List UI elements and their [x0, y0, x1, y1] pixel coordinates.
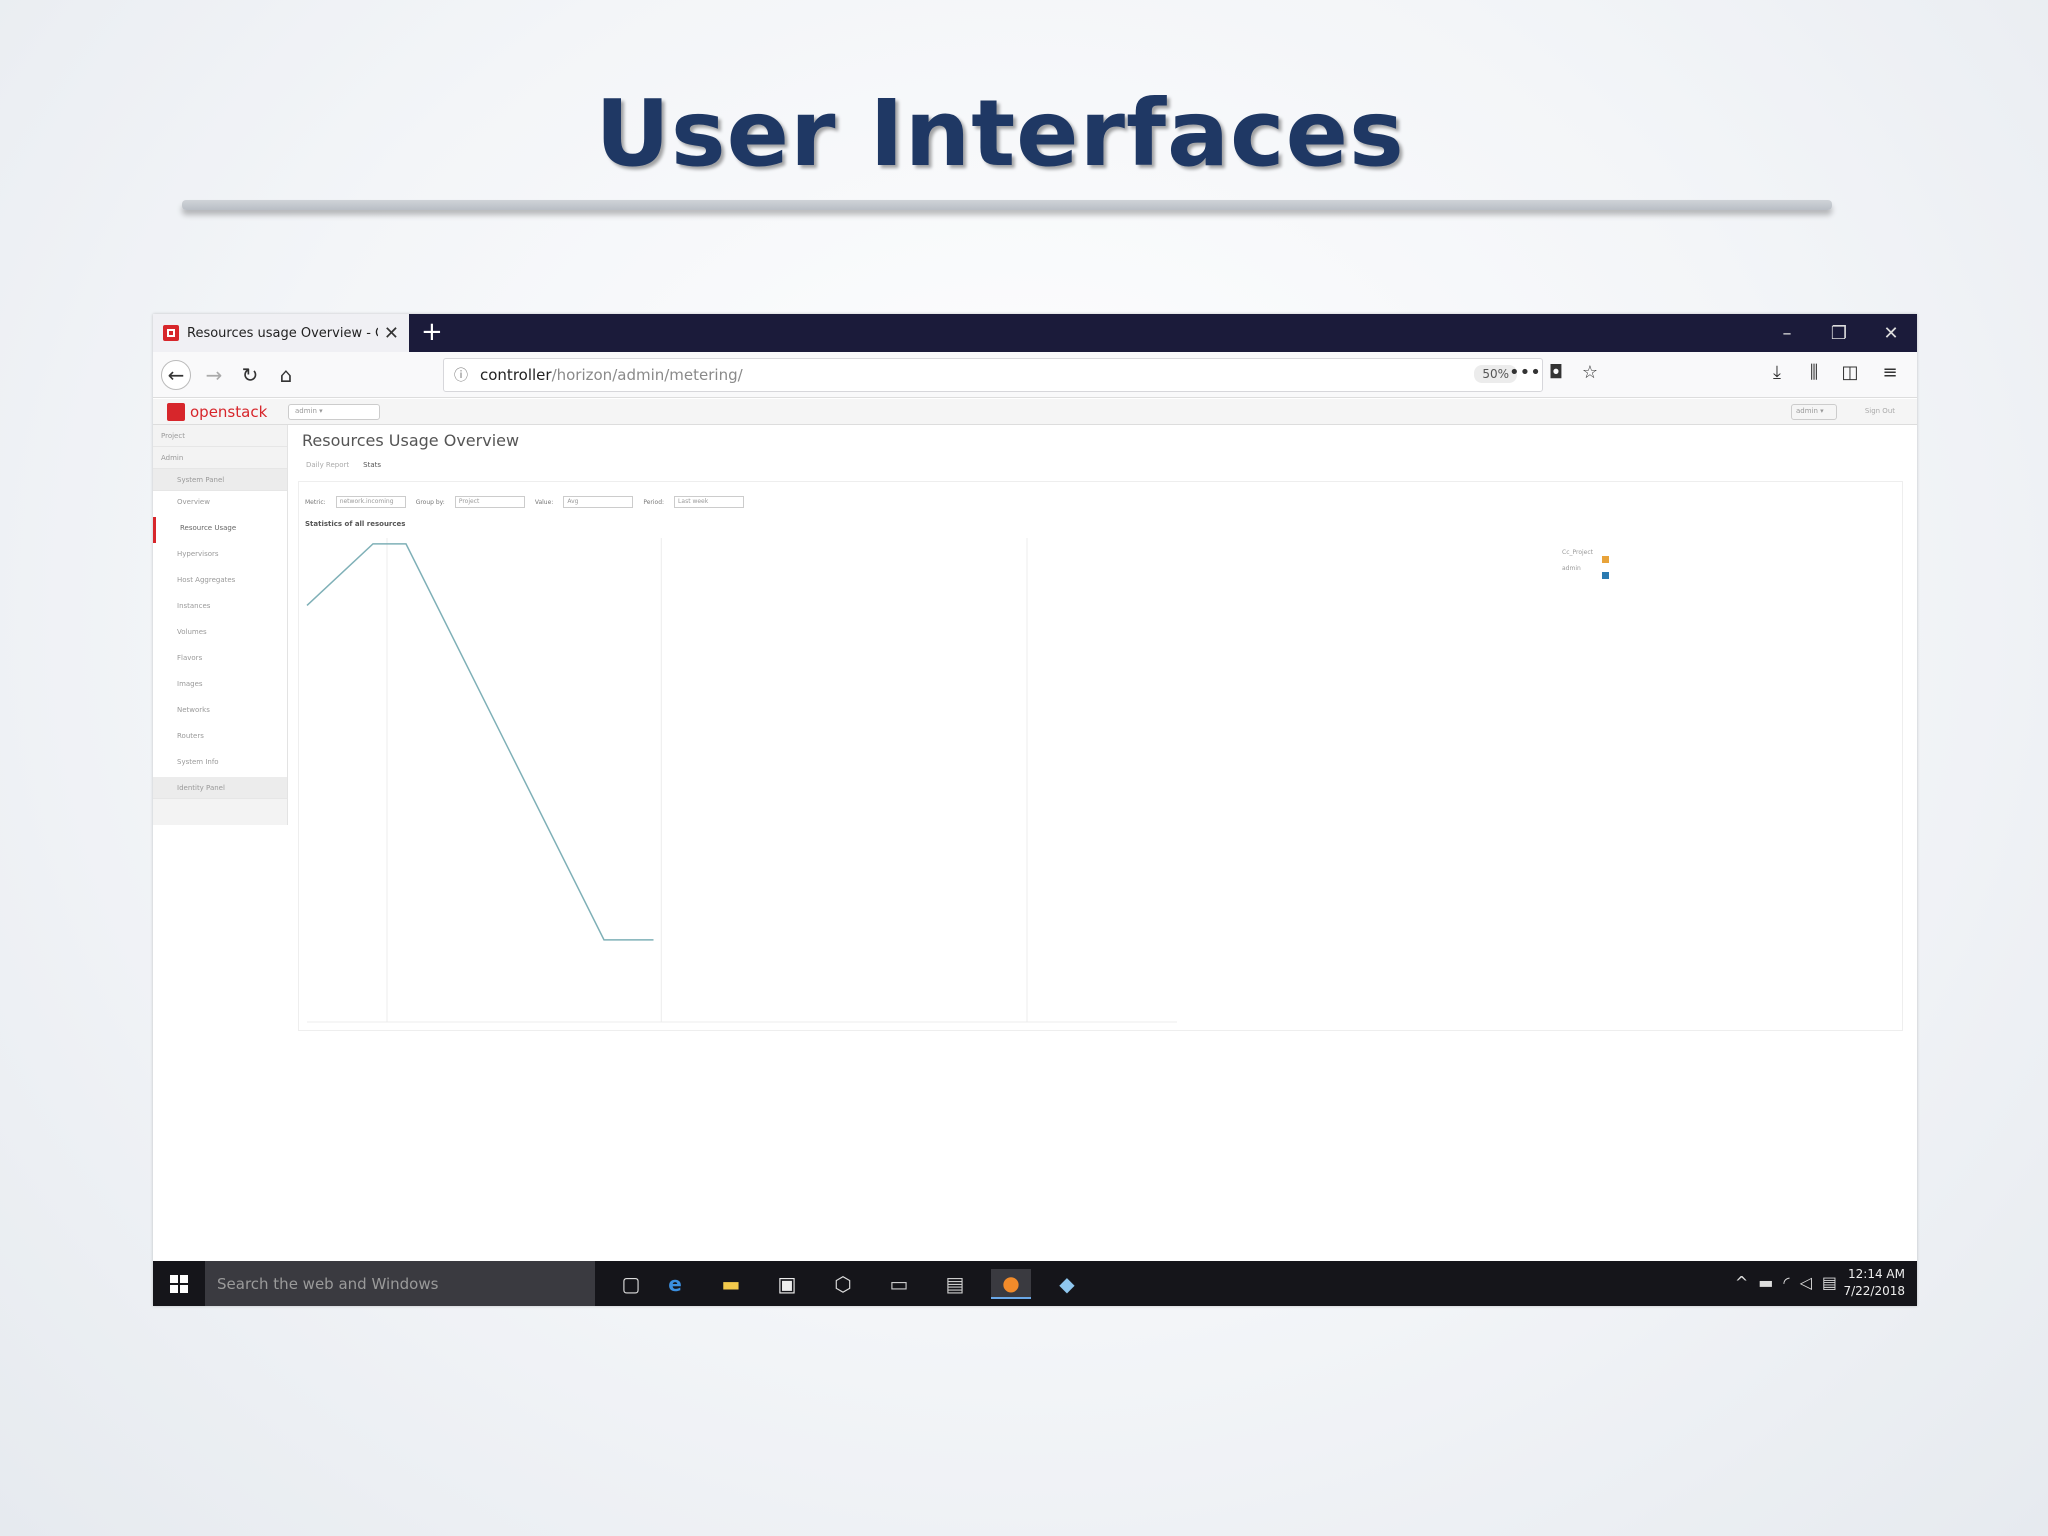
page-title: Resources Usage Overview: [302, 431, 520, 450]
browser-screenshot: Resources usage Overview - Op ✕ + – ❐ ✕ …: [153, 314, 1917, 1306]
usage-chart: Cc_Projectadmin: [306, 538, 1609, 1023]
virtualbox-icon[interactable]: ⬡: [823, 1269, 863, 1299]
sidebar-item-admin[interactable]: Admin: [153, 447, 287, 469]
period-label: Period:: [643, 498, 665, 506]
sidebar-item-system-info[interactable]: System Info: [153, 751, 287, 777]
network-icon[interactable]: ▬: [1758, 1273, 1773, 1292]
firefox-icon[interactable]: ●: [991, 1269, 1031, 1299]
value-select[interactable]: Avg: [563, 496, 634, 508]
tab-close-icon[interactable]: ✕: [384, 323, 399, 344]
edge-browser-icon[interactable]: e: [655, 1269, 695, 1299]
period-select[interactable]: Last week: [674, 496, 745, 508]
home-icon[interactable]: ⌂: [271, 360, 301, 390]
chart-heading: Statistics of all resources: [305, 520, 406, 528]
sidebar-item-volumes[interactable]: Volumes: [153, 621, 287, 647]
legend-label-admin: admin: [1562, 565, 1581, 572]
minimize-button[interactable]: –: [1761, 314, 1813, 352]
sidebar-item-host-aggregates[interactable]: Host Aggregates: [153, 569, 287, 595]
navigation-bar: ← → ↻ ⌂ ⓘ controller/horizon/admin/meter…: [153, 352, 1917, 398]
tab-bar: Resources usage Overview - Op ✕ + – ❐ ✕: [153, 314, 1917, 352]
windows-logo-icon: [170, 1274, 188, 1293]
sidebar-item-resource-usage[interactable]: Resource Usage: [153, 517, 287, 543]
info-icon[interactable]: ⓘ: [454, 365, 468, 385]
app-window-icon[interactable]: ▤: [935, 1269, 975, 1299]
system-tray: ^ ▬ ◜ ◁ ▤: [1735, 1273, 1837, 1292]
legend-swatch-admin: [1602, 572, 1609, 579]
slide-title: User Interfaces: [595, 80, 1405, 187]
clock[interactable]: 12:14 AM 7/22/2018: [1843, 1266, 1905, 1300]
sidebar-item-networks[interactable]: Networks: [153, 699, 287, 725]
sidebar-item-project[interactable]: Project: [153, 425, 287, 447]
pocket-icon[interactable]: ◘: [1543, 362, 1569, 383]
url-path: /horizon/admin/metering/: [551, 366, 743, 384]
forward-arrow-icon[interactable]: →: [199, 360, 229, 390]
windows-taskbar: Search the web and Windows ▢ e ▬ ▣ ⬡ ▭ ▤…: [153, 1261, 1917, 1306]
notification-icon[interactable]: ▤: [1822, 1273, 1837, 1292]
legend-swatch-cc_project: [1602, 556, 1609, 563]
start-button[interactable]: [153, 1261, 205, 1306]
terminal-window-icon[interactable]: ▭: [879, 1269, 919, 1299]
back-arrow-icon[interactable]: ←: [161, 360, 191, 390]
openstack-logo[interactable]: openstack: [167, 403, 267, 421]
sidebar-icon[interactable]: ◫: [1837, 362, 1863, 383]
task-view-icon[interactable]: ▢: [611, 1269, 651, 1299]
url-host: controller: [480, 366, 552, 384]
metric-label: Metric:: [305, 498, 326, 506]
filter-row: Metric: network.incoming Group by: Proje…: [305, 496, 745, 508]
openstack-header: openstack admin ▾ admin ▾ Sign Out: [153, 399, 1917, 425]
group-by-select[interactable]: Project: [454, 496, 525, 508]
chevron-up-icon[interactable]: ^: [1735, 1273, 1748, 1292]
group-by-label: Group by:: [415, 498, 445, 506]
series-line-admin: [306, 543, 654, 941]
sidebar-item-instances[interactable]: Instances: [153, 595, 287, 621]
volume-icon[interactable]: ◁: [1800, 1273, 1812, 1292]
project-selector[interactable]: admin ▾: [288, 404, 380, 420]
value-label: Value:: [534, 498, 554, 506]
restore-button[interactable]: ❐: [1813, 314, 1865, 352]
notes-app-icon[interactable]: ◆: [1047, 1269, 1087, 1299]
bookmark-star-icon[interactable]: ☆: [1577, 362, 1603, 383]
sidebar-item-hypervisors[interactable]: Hypervisors: [153, 543, 287, 569]
report-tabs: Daily Report Stats: [306, 461, 381, 469]
sidebar-item-flavors[interactable]: Flavors: [153, 647, 287, 673]
openstack-logo-icon: [167, 403, 185, 421]
title-divider: [182, 200, 1832, 210]
sidebar-item-routers[interactable]: Routers: [153, 725, 287, 751]
sidebar-item-system-panel[interactable]: System Panel: [153, 469, 287, 491]
store-icon[interactable]: ▣: [767, 1269, 807, 1299]
metric-select[interactable]: network.incoming: [335, 496, 406, 508]
sidebar: Project Admin System Panel Overview Reso…: [153, 425, 288, 825]
hamburger-menu-icon[interactable]: ≡: [1877, 362, 1903, 383]
taskbar-search-box[interactable]: Search the web and Windows: [205, 1261, 595, 1306]
stats-panel: Metric: network.incoming Group by: Proje…: [298, 481, 1903, 1031]
user-menu[interactable]: admin ▾: [1791, 404, 1837, 420]
openstack-favicon-icon: [163, 325, 179, 341]
sign-out-link[interactable]: Sign Out: [1865, 407, 1895, 415]
tab-title: Resources usage Overview - Op: [187, 325, 378, 341]
clock-time: 12:14 AM: [1848, 1267, 1905, 1281]
library-icon[interactable]: ⫼: [1801, 362, 1827, 383]
download-icon[interactable]: ⤓: [1764, 362, 1790, 383]
new-tab-button[interactable]: +: [421, 318, 443, 346]
legend-label-cc_project: Cc_Project: [1562, 549, 1594, 556]
sidebar-item-overview[interactable]: Overview: [153, 491, 287, 517]
sidebar-item-identity-panel[interactable]: Identity Panel: [153, 777, 287, 799]
page-actions-icon[interactable]: •••: [1509, 362, 1541, 383]
browser-tab[interactable]: Resources usage Overview - Op ✕: [153, 314, 409, 352]
tab-daily-report[interactable]: Daily Report: [306, 461, 349, 469]
main-content: Resources Usage Overview Daily Report St…: [298, 425, 1917, 1261]
file-explorer-icon[interactable]: ▬: [711, 1269, 751, 1299]
logo-text: openstack: [190, 403, 268, 421]
reload-icon[interactable]: ↻: [235, 360, 265, 390]
clock-date: 7/22/2018: [1843, 1284, 1905, 1298]
wifi-icon[interactable]: ◜: [1783, 1273, 1789, 1292]
close-window-button[interactable]: ✕: [1865, 314, 1917, 352]
tab-stats[interactable]: Stats: [363, 461, 381, 469]
sidebar-item-images[interactable]: Images: [153, 673, 287, 699]
address-bar[interactable]: ⓘ controller/horizon/admin/metering/: [443, 358, 1543, 392]
